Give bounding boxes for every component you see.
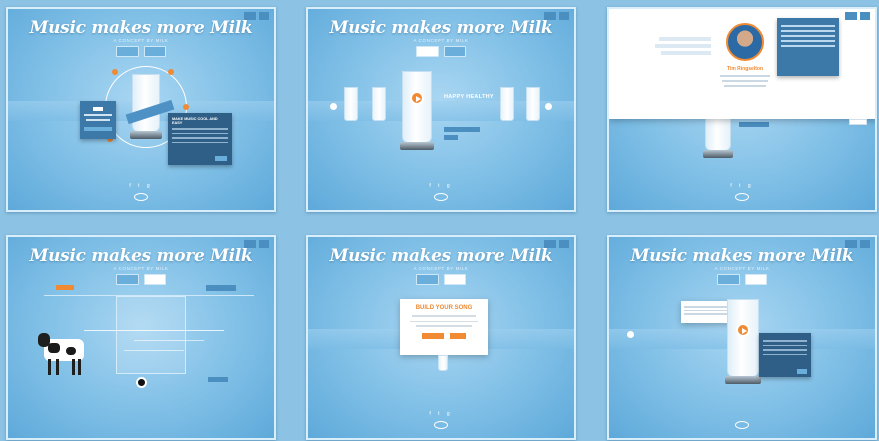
tab-bar	[308, 274, 574, 285]
page-title: Music makes more Milk	[630, 246, 854, 266]
tab-bar	[8, 274, 274, 285]
mode-toggle[interactable]	[206, 285, 236, 291]
share-button[interactable]	[739, 122, 769, 127]
social-links[interactable]: f t g	[308, 411, 574, 417]
tab-1[interactable]	[717, 274, 740, 285]
tab-1[interactable]	[116, 274, 139, 285]
modal-button-primary[interactable]	[422, 332, 444, 339]
milk-logo[interactable]	[735, 421, 749, 429]
milk-glass	[130, 74, 162, 139]
orbit-dot[interactable]	[183, 104, 189, 110]
card-button[interactable]	[215, 156, 227, 161]
orbit-dot[interactable]	[112, 69, 118, 75]
play-button[interactable]	[410, 91, 424, 105]
orbit-dot[interactable]	[168, 69, 174, 75]
tab-2[interactable]	[143, 274, 166, 285]
panel-6: Music makes more Milk A CONCEPT BY MILK	[607, 235, 877, 440]
panel-5: Music makes more Milk A CONCEPT BY MILK …	[306, 235, 576, 440]
cow-image	[38, 333, 86, 377]
social-links[interactable]: f t g	[609, 183, 875, 189]
quote-line	[659, 37, 711, 41]
footer: f t g	[8, 183, 274, 201]
modal-button-secondary[interactable]	[450, 332, 466, 339]
milk-logo[interactable]	[434, 421, 448, 429]
panel-1: Music makes more Milk A CONCEPT BY MILK …	[6, 7, 276, 212]
milk-glass	[400, 71, 434, 150]
tab-1[interactable]	[416, 46, 439, 57]
tab-bar	[308, 46, 574, 57]
bio-line	[724, 85, 766, 87]
profile-overlay: Tim Ringselton	[609, 9, 875, 125]
tab-2[interactable]	[143, 46, 166, 57]
card-button[interactable]	[797, 369, 807, 374]
page-subtitle: A CONCEPT BY MILK	[714, 266, 770, 271]
info-card-left	[80, 101, 116, 139]
top-buttons	[844, 12, 870, 20]
page-subtitle: A CONCEPT BY MILK	[413, 266, 469, 271]
record-icon[interactable]	[136, 377, 147, 388]
close-button[interactable]	[849, 119, 867, 125]
info-card	[777, 18, 839, 76]
milk-logo[interactable]	[434, 193, 448, 201]
tab-1[interactable]	[416, 274, 439, 285]
quote-line	[661, 51, 711, 55]
share-button[interactable]	[444, 127, 480, 132]
social-links[interactable]: f t g	[8, 183, 274, 189]
page-title: Music makes more Milk	[329, 246, 553, 266]
modal-title: BUILD YOUR SONG	[415, 305, 473, 311]
panel-3: Tim Ringselton f t g	[607, 7, 877, 212]
tab-2[interactable]	[744, 274, 767, 285]
share-button[interactable]	[208, 377, 228, 382]
small-glass	[438, 355, 448, 371]
orange-tag[interactable]	[56, 285, 74, 290]
social-links[interactable]: f t g	[308, 183, 574, 189]
milk-logo[interactable]	[735, 193, 749, 201]
footer	[609, 417, 875, 429]
panel-2: Music makes more Milk A CONCEPT BY MILK …	[306, 7, 576, 212]
info-card	[759, 333, 811, 377]
footer: f t g	[308, 183, 574, 201]
milk-logo[interactable]	[134, 193, 148, 201]
tooltip-card	[681, 301, 731, 323]
footer: f t g	[609, 183, 875, 201]
card-heading: MAKE MUSIC COOL AND EASY	[172, 117, 218, 125]
bio-line	[722, 80, 768, 82]
share-button-small[interactable]	[444, 135, 458, 140]
page-subtitle: A CONCEPT BY MILK	[113, 266, 169, 271]
screenshot-grid: Music makes more Milk A CONCEPT BY MILK …	[0, 0, 879, 441]
tab-bar	[8, 46, 274, 57]
top-button-2[interactable]	[859, 12, 870, 20]
page-subtitle: A CONCEPT BY MILK	[413, 38, 469, 43]
page-title: Music makes more Milk	[329, 18, 553, 38]
footer: f t g	[308, 411, 574, 429]
small-glass	[344, 87, 358, 121]
tab-1[interactable]	[116, 46, 139, 57]
tab-2[interactable]	[443, 46, 466, 57]
small-glass	[372, 87, 386, 121]
page-title: Music makes more Milk	[29, 18, 253, 38]
small-glass	[500, 87, 514, 121]
next-arrow[interactable]	[545, 103, 552, 110]
tab-2[interactable]	[443, 274, 466, 285]
prev-arrow[interactable]	[627, 331, 634, 338]
top-button-1[interactable]	[844, 12, 857, 20]
quote-line	[655, 44, 711, 48]
tab-bar	[609, 274, 875, 285]
milk-glass	[725, 299, 761, 384]
avatar[interactable]	[726, 23, 764, 61]
small-glass	[526, 87, 540, 121]
bio-line	[720, 75, 770, 77]
panel-4: Music makes more Milk A CONCEPT BY MILK	[6, 235, 276, 440]
play-button[interactable]	[736, 323, 750, 337]
person-name: Tim Ringselton	[726, 66, 764, 72]
build-song-modal: BUILD YOUR SONG	[400, 299, 488, 355]
prev-arrow[interactable]	[330, 103, 337, 110]
info-card-right: MAKE MUSIC COOL AND EASY	[168, 113, 232, 165]
page-subtitle: A CONCEPT BY MILK	[113, 38, 169, 43]
page-title: Music makes more Milk	[29, 246, 253, 266]
glass-label: HAPPY HEALTHY	[444, 94, 494, 100]
